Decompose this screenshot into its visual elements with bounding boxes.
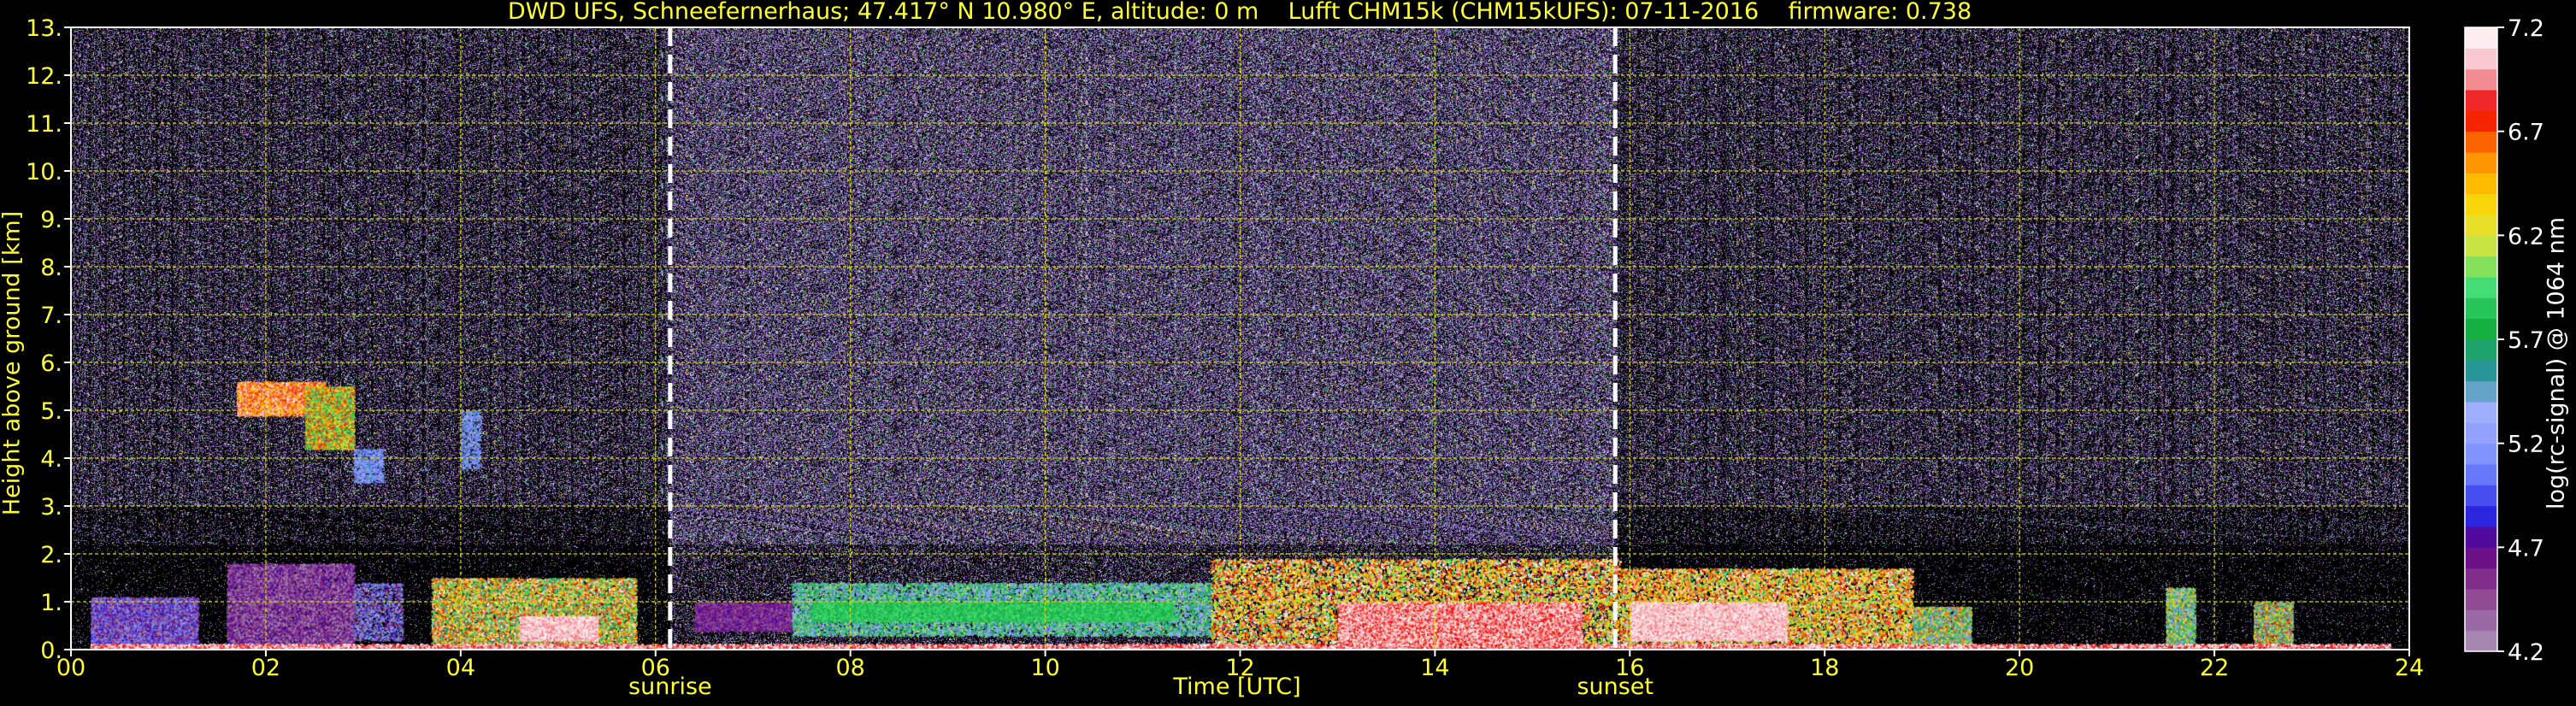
x-tick-label: 20 [2005,655,2034,681]
x-axis-label: Time [UTC] [1173,674,1301,700]
colorbar-tick-label: 7.2 [2508,15,2544,42]
colorbar-bin [2465,568,2497,590]
y-tick-label: 10. [26,159,62,185]
x-tick-label: 22 [2200,655,2229,681]
x-tick-label: 16 [1615,655,1644,681]
y-tick-label: 1. [40,590,62,616]
y-tick-label: 5. [40,398,62,425]
y-tick-label: 6. [40,350,62,377]
colorbar-bin [2465,68,2497,91]
colorbar-bin [2465,215,2497,236]
colorbar-bin [2465,589,2497,610]
y-tick-label: 0. [40,638,62,664]
colorbar-tick-label: 4.2 [2508,639,2544,666]
colorbar-bin [2465,505,2497,527]
x-tick-label: 10 [1030,655,1059,681]
colorbar-tick-label: 5.2 [2508,432,2544,458]
colorbar-bin [2465,131,2497,153]
x-tick-label: 08 [835,655,864,681]
colorbar-label: log(rc-signal) @ 1064 nm [2543,216,2570,510]
colorbar-bin [2465,443,2497,465]
y-tick-label: 7. [40,303,62,329]
colorbar-bin [2465,547,2497,569]
chart-title: DWD UFS, Schneefernerhaus; 47.417° N 10.… [507,0,1972,25]
colorbar-bin [2465,339,2497,361]
colorbar: 4.2 4.7 5.2 5.7 6.2 6.7 7.2 [2464,15,2544,666]
colorbar-bin [2465,152,2497,174]
colorbar-bin [2465,48,2497,70]
colorbar-tick-label: 4.7 [2508,535,2544,562]
x-tick-label: 04 [446,655,475,681]
colorbar-bin [2465,318,2497,340]
colorbar-bin [2465,193,2497,215]
x-tick-label: 06 [641,655,670,681]
colorbar-bin [2465,630,2497,652]
lidar-chart: sunrise sunset 00 02 04 06 08 10 12 14 16 18 20 22 24… [26,15,2544,700]
y-tick-label: 8. [40,255,62,281]
colorbar-tick-label: 5.7 [2508,327,2544,354]
x-tick-label: 02 [251,655,280,681]
colorbar-bin [2465,609,2497,632]
colorbar-bin [2465,235,2497,257]
colorbar-bin [2465,277,2497,298]
colorbar-bin [2465,402,2497,423]
y-tick-label: 2. [40,542,62,568]
colorbar-tick-label: 6.2 [2508,223,2544,250]
colorbar-bin [2465,360,2497,382]
y-tick-label: 9. [40,207,62,233]
y-tick-label: 4. [40,446,62,473]
colorbar-bin [2465,90,2497,111]
y-tick-label: 12. [26,63,62,90]
colorbar-bin [2465,485,2497,507]
colorbar-tick-label: 6.7 [2508,120,2544,146]
x-tick-label: 18 [1810,655,1839,681]
colorbar-bin [2465,527,2497,548]
colorbar-bin [2465,110,2497,132]
colorbar-bin [2465,256,2497,278]
x-tick-label: 14 [1420,655,1449,681]
x-tick-label: 24 [2395,655,2424,681]
y-axis-label: Height above ground [km] [0,210,26,516]
colorbar-bin [2465,173,2497,195]
y-tick-label: 3. [40,494,62,521]
colorbar-bin [2465,422,2497,444]
colorbar-bin [2465,380,2497,403]
colorbar-bin [2465,27,2497,49]
colorbar-bin [2465,464,2497,485]
y-tick-label: 11. [26,111,62,138]
colorbar-bin [2465,297,2497,320]
